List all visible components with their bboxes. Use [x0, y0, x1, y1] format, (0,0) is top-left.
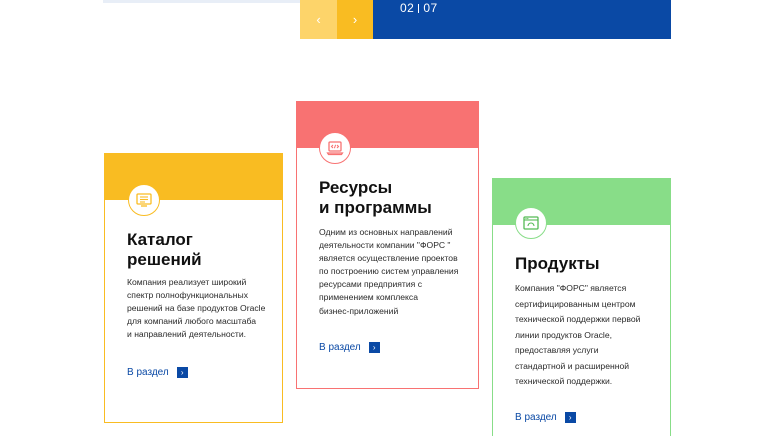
card-title: Ресурсы и программы — [319, 178, 432, 218]
desc-line: Одним из основных направлений — [319, 227, 453, 237]
card-description: Одним из основных направлений деятельнос… — [319, 226, 474, 318]
chevron-right-icon: › — [352, 12, 358, 27]
card-title-line: Ресурсы — [319, 178, 393, 197]
desc-line: является осуществление проектов — [319, 253, 458, 264]
section-link-label: В раздел — [515, 412, 557, 423]
slider-prev-button[interactable]: ‹ — [300, 0, 337, 39]
desc-line: применением комплекса — [319, 292, 418, 303]
section-link-label: В раздел — [319, 342, 361, 353]
card-title-line: решений — [127, 250, 202, 269]
counter-separator — [418, 4, 420, 13]
catalog-document-icon — [128, 184, 160, 216]
desc-line: спектр полнофункциональных — [127, 290, 248, 301]
card-description: Компания "ФОРС" является сертифицированн… — [515, 281, 667, 390]
arrow-right-icon: › — [368, 342, 380, 353]
browser-window-icon — [515, 207, 547, 239]
desc-line: сертифицированным центром — [515, 298, 636, 309]
slide-counter: 02 07 — [373, 0, 671, 39]
desc-line: технической поддержки первой — [515, 314, 641, 324]
desc-line: предоставляя услуги — [515, 345, 599, 355]
desc-line: для компаний любого масштаба — [127, 316, 257, 327]
desc-line: технической поддержки. — [515, 376, 613, 386]
desc-line: Компания реализует широкий — [127, 277, 247, 287]
desc-line: ресурсами предприятия с — [319, 279, 423, 290]
desc-line: бизнес-приложений — [319, 305, 399, 316]
card-title-line: Продукты — [515, 254, 600, 273]
card-title: Продукты — [515, 254, 600, 274]
desc-line: и направлений деятельности. — [127, 329, 247, 340]
desc-line: линии продуктов Oracle, — [515, 329, 613, 340]
section-link-label: В раздел — [127, 367, 169, 378]
card-title: Каталог решений — [127, 230, 202, 270]
card-resources: Ресурсы и программы Одним из основных на… — [296, 101, 479, 389]
arrow-right-icon: › — [564, 412, 576, 423]
slide-total-number: 07 — [423, 1, 438, 15]
desc-line: деятельности компании "ФОРС " — [319, 240, 451, 251]
slide-current-number: 02 — [400, 1, 415, 15]
chevron-left-icon: ‹ — [316, 12, 321, 27]
slider-next-button[interactable]: › — [337, 0, 373, 39]
slider-navigation: ‹ › 02 07 — [300, 0, 671, 39]
code-laptop-icon — [319, 132, 351, 164]
arrow-right-icon: › — [176, 367, 188, 378]
card-description: Компания реализует широкий спектр полноф… — [127, 276, 277, 341]
desc-line: по построению систем управления — [319, 266, 459, 277]
desc-line: Компания "ФОРС" является — [515, 283, 627, 293]
card-title-line: и программы — [319, 198, 432, 217]
card-products: Продукты Компания "ФОРС" является сертиф… — [492, 178, 671, 436]
section-link[interactable]: В раздел › — [319, 342, 380, 353]
section-link[interactable]: В раздел › — [515, 412, 576, 423]
card-title-line: Каталог — [127, 230, 193, 249]
card-catalog: Каталог решений Компания реализует широк… — [104, 153, 283, 423]
section-link[interactable]: В раздел › — [127, 367, 188, 378]
top-divider-strip — [103, 0, 300, 3]
desc-line: стандартной и расширенной — [515, 360, 630, 371]
desc-line: решений на базе продуктов Oracle — [127, 303, 266, 314]
